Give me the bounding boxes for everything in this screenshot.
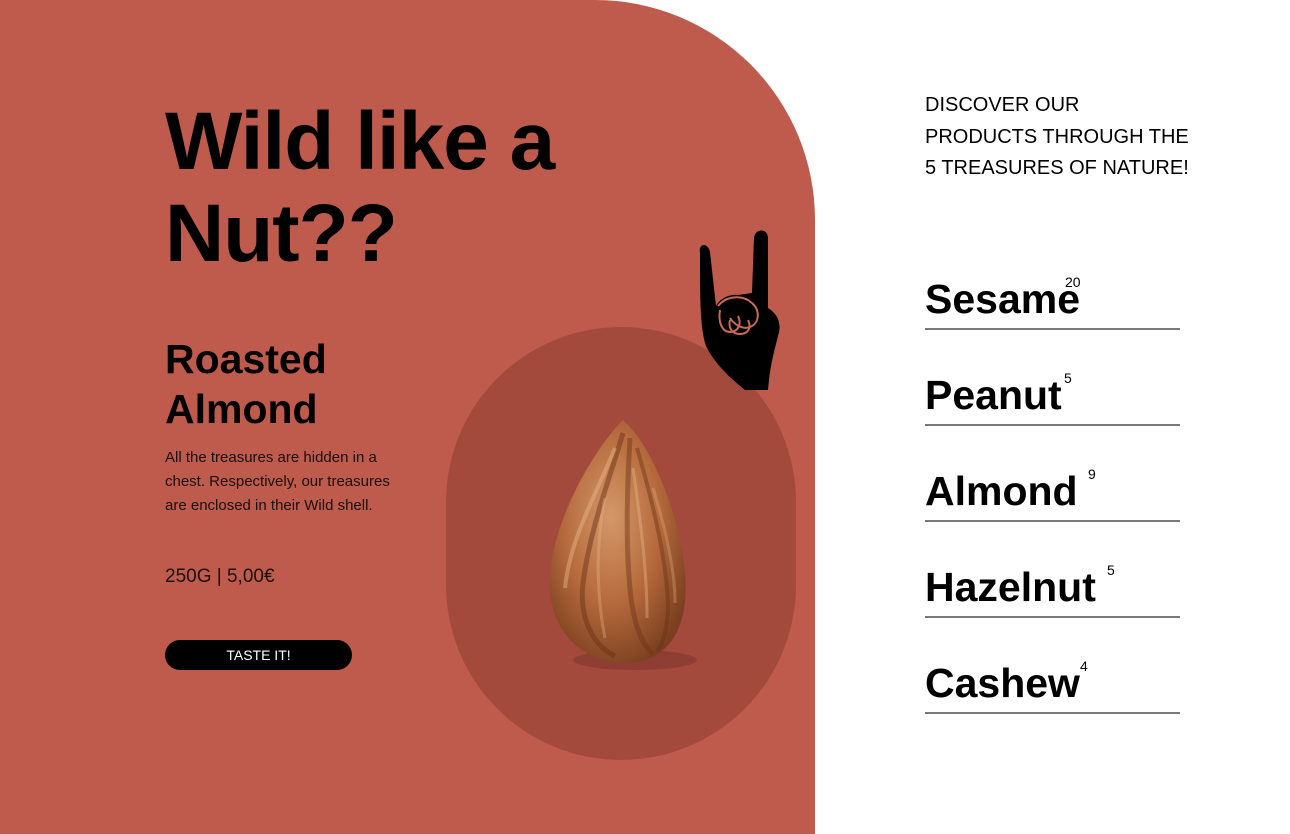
nut-name: Hazelnut xyxy=(925,564,1096,610)
nut-item-cashew[interactable]: Cashew 4 xyxy=(925,652,1180,714)
nut-list: Sesame 20 Peanut 5 Almond 9 Hazelnut 5 C… xyxy=(925,268,1180,748)
product-price: 250G | 5,00€ xyxy=(165,566,275,587)
product-description: All the treasures are hidden in a chest.… xyxy=(165,449,390,514)
nut-count-badge: 4 xyxy=(1080,658,1088,674)
nut-name: Cashew xyxy=(925,660,1080,706)
nut-count-badge: 5 xyxy=(1064,370,1072,386)
taste-it-button[interactable]: TASTE IT! xyxy=(165,640,352,670)
tagline: DISCOVER OUR PRODUCTS THROUGH THE 5 TREA… xyxy=(925,94,1189,179)
nut-count-badge: 20 xyxy=(1065,274,1081,290)
nut-count-badge: 5 xyxy=(1107,562,1115,578)
nut-name: Peanut xyxy=(925,372,1062,418)
rock-hand-icon xyxy=(699,230,780,390)
nut-item-hazelnut[interactable]: Hazelnut 5 xyxy=(925,556,1180,618)
product-name: Roasted Almond xyxy=(165,336,327,432)
nut-item-peanut[interactable]: Peanut 5 xyxy=(925,364,1180,426)
almond-icon xyxy=(549,420,697,670)
nut-name: Sesame xyxy=(925,276,1081,322)
page-headline: Wild like a Nut?? xyxy=(165,96,555,279)
nut-item-almond[interactable]: Almond 9 xyxy=(925,460,1180,522)
nut-count-badge: 9 xyxy=(1088,466,1096,482)
nut-item-sesame[interactable]: Sesame 20 xyxy=(925,268,1180,330)
nut-name: Almond xyxy=(925,468,1078,514)
